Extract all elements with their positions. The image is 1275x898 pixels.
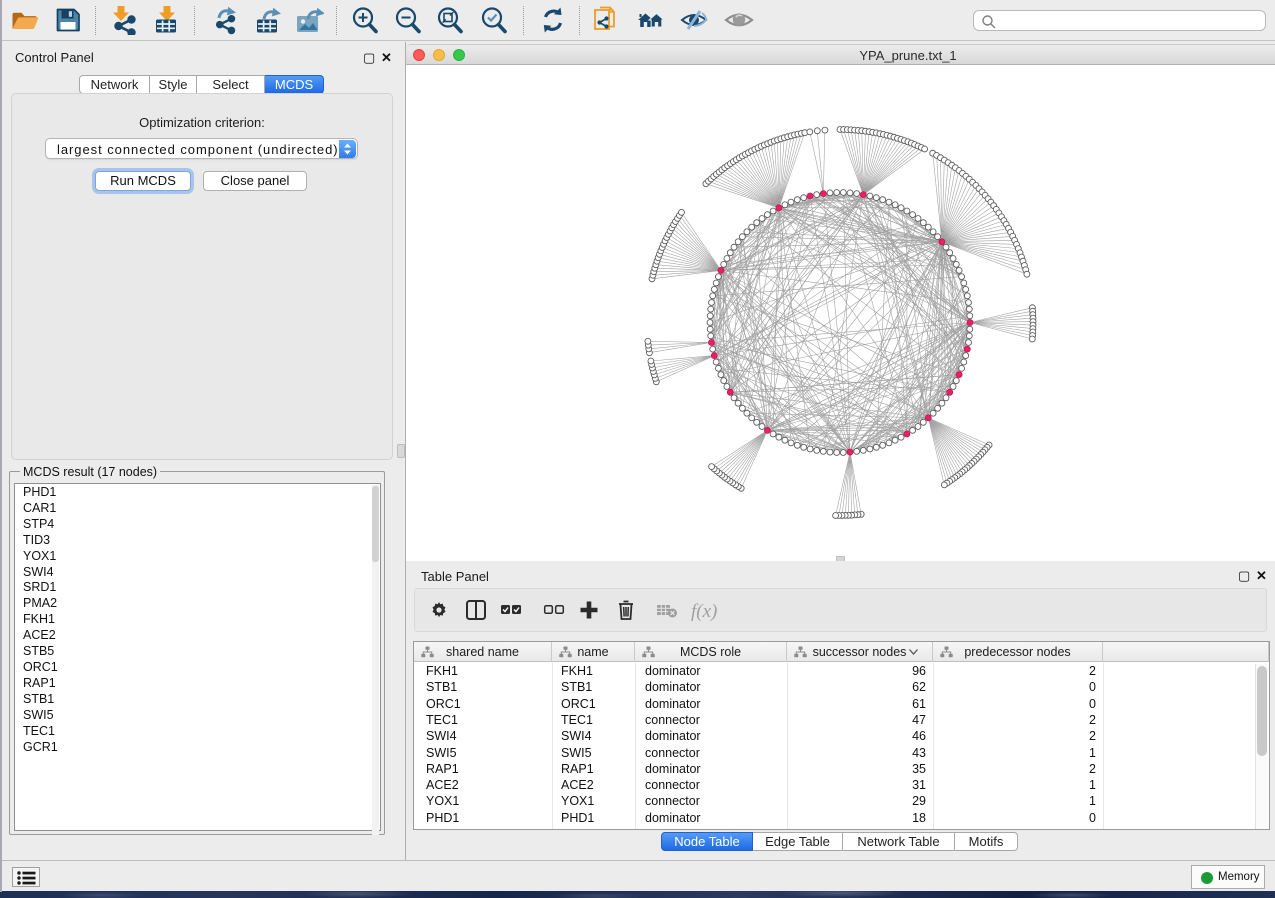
svg-text:f(x): f(x) <box>691 601 717 622</box>
